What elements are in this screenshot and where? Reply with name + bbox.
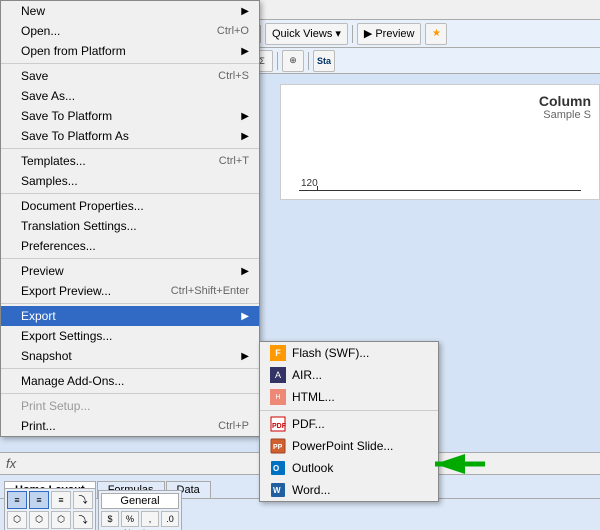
pdf-icon: PDF — [270, 416, 286, 432]
ppt-icon: PP — [270, 438, 286, 454]
export-flash[interactable]: F Flash (SWF)... — [260, 342, 438, 364]
sep6 — [1, 368, 259, 369]
html-icon: H — [270, 389, 286, 405]
align-right-btn[interactable]: ⬡ — [51, 511, 71, 529]
number-group: General $ % , .0 Number — [98, 490, 182, 530]
sep4 — [1, 258, 259, 259]
menu-open[interactable]: Open... Ctrl+O — [1, 21, 259, 41]
file-menu-dropdown: New ▶ Open... Ctrl+O Open from Platform … — [0, 0, 260, 437]
chart-body: 120 — [289, 131, 591, 191]
svg-text:W: W — [273, 486, 281, 495]
align-top-center-btn[interactable]: ≡ — [29, 491, 49, 509]
chart-preview-area: Column Sample S 120 — [280, 84, 600, 200]
menu-new[interactable]: New ▶ — [1, 1, 259, 21]
comma-btn[interactable]: , — [141, 511, 159, 527]
menu-save-platform-as[interactable]: Save To Platform As ▶ — [1, 126, 259, 146]
sep3 — [1, 193, 259, 194]
menu-save-platform[interactable]: Save To Platform ▶ — [1, 106, 259, 126]
menu-print-setup: Print Setup... — [1, 396, 259, 416]
quick-views-button[interactable]: Quick Views ▾ — [265, 23, 348, 45]
fx-label: fx — [6, 456, 16, 471]
export-ppt[interactable]: PP PowerPoint Slide... — [260, 435, 438, 457]
menu-doc-props[interactable]: Document Properties... — [1, 196, 259, 216]
green-arrow-indicator — [430, 449, 490, 482]
sep1 — [1, 63, 259, 64]
export-pdf[interactable]: PDF PDF... — [260, 413, 438, 435]
preview-label: Preview — [375, 28, 414, 40]
export-outlook[interactable]: O Outlook — [260, 457, 438, 479]
align-center-btn[interactable]: ⬡ — [29, 511, 49, 529]
menu-save-as[interactable]: Save As... — [1, 86, 259, 106]
svg-text:O: O — [273, 464, 279, 473]
menu-preview[interactable]: Preview ▶ — [1, 261, 259, 281]
quick-views-dropdown-icon: ▾ — [335, 27, 341, 40]
star-btn[interactable]: ★ — [425, 23, 447, 45]
sep7 — [1, 393, 259, 394]
sub-sep1 — [260, 410, 438, 411]
number-format-dropdown[interactable]: General — [101, 493, 179, 509]
currency-btn[interactable]: $ — [101, 511, 119, 527]
dec-inc-btn[interactable]: .0 — [161, 511, 179, 527]
air-icon: A — [270, 367, 286, 383]
menu-open-platform[interactable]: Open from Platform ▶ — [1, 41, 259, 61]
menu-export[interactable]: Export ▶ — [1, 306, 259, 326]
t2-12[interactable]: ⊕ — [282, 50, 304, 72]
export-html[interactable]: H HTML... — [260, 386, 438, 408]
svg-text:PP: PP — [273, 444, 283, 451]
main-area: New ▶ Open... Ctrl+O Open from Platform … — [0, 74, 600, 530]
menu-translation[interactable]: Translation Settings... — [1, 216, 259, 236]
align-wrap-btn[interactable]: ⤵ — [73, 491, 93, 509]
menu-save[interactable]: Save Ctrl+S — [1, 66, 259, 86]
sep5 — [1, 303, 259, 304]
menu-prefs[interactable]: Preferences... — [1, 236, 259, 256]
svg-text:PDF: PDF — [272, 423, 286, 430]
outlook-icon: O — [270, 460, 286, 476]
number-btns: $ % , .0 — [101, 511, 179, 527]
word-icon: W — [270, 482, 286, 498]
t2-start[interactable]: Sta — [313, 50, 335, 72]
alignment-group: ≡ ≡ ≡ ⤵ ⬡ ⬡ ⬡ ⤵ Alignment — [4, 488, 96, 530]
align-left-btn[interactable]: ⬡ — [7, 511, 27, 529]
percent-btn[interactable]: % — [121, 511, 139, 527]
export-air[interactable]: A AIR... — [260, 364, 438, 386]
align-indent-btn[interactable]: ⤵ — [73, 511, 93, 529]
export-word[interactable]: W Word... — [260, 479, 438, 501]
menu-snapshot[interactable]: Snapshot ▶ — [1, 346, 259, 366]
quick-views-label: Quick Views — [272, 28, 332, 40]
align-top-left-btn[interactable]: ≡ — [7, 491, 27, 509]
menu-templates[interactable]: Templates... Ctrl+T — [1, 151, 259, 171]
controls-row: ≡ ≡ ≡ ⤵ ⬡ ⬡ ⬡ ⤵ Alignment General — [0, 499, 600, 530]
menu-addons[interactable]: Manage Add-Ons... — [1, 371, 259, 391]
export-submenu: F Flash (SWF)... A AIR... H HTML... PDF … — [259, 341, 439, 502]
menu-export-settings[interactable]: Export Settings... — [1, 326, 259, 346]
menu-export-preview[interactable]: Export Preview... Ctrl+Shift+Enter — [1, 281, 259, 301]
align-top-right-btn[interactable]: ≡ — [51, 491, 71, 509]
menu-print[interactable]: Print... Ctrl+P — [1, 416, 259, 436]
align-buttons-bottom: ⬡ ⬡ ⬡ ⤵ — [7, 511, 93, 529]
menu-samples[interactable]: Samples... — [1, 171, 259, 191]
preview-button[interactable]: ▶ Preview — [357, 23, 422, 45]
chart-title: Column Sample S — [289, 93, 591, 121]
align-buttons-top: ≡ ≡ ≡ ⤵ — [7, 491, 93, 509]
preview-icon: ▶ — [364, 27, 372, 40]
sep2 — [1, 148, 259, 149]
flash-icon: F — [270, 345, 286, 361]
